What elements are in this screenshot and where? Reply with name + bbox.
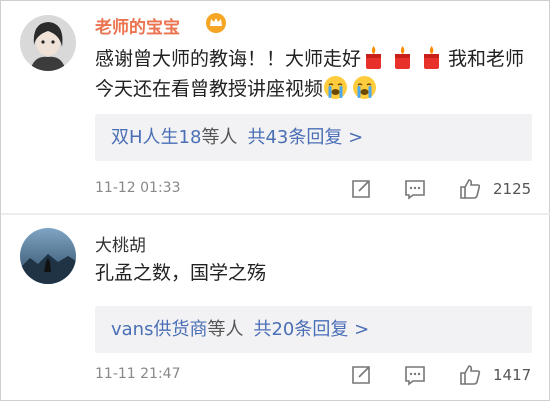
candle-icon — [366, 46, 382, 69]
reply-count-link[interactable]: 共20条回复 > — [253, 319, 369, 340]
reply-users[interactable]: 双H人生18 — [111, 127, 201, 148]
like-count: 1417 — [493, 366, 532, 384]
crying-emoji-icon — [324, 76, 348, 99]
comment-text: 感谢曾大师的教诲！！大师走好 我和老师今天还在看曾教授讲座视频 — [95, 44, 535, 104]
comment-footer: 11-12 01:33 2125 — [95, 177, 535, 201]
replies-summary[interactable]: 双H人生18等人 共43条回复 > — [95, 114, 532, 161]
reply-count-link[interactable]: 共43条回复 > — [247, 127, 363, 148]
reply-users-suffix: 等人 — [201, 127, 238, 148]
timestamp: 11-12 01:33 — [95, 180, 181, 196]
thumbs-up-icon[interactable] — [458, 177, 482, 201]
avatar[interactable] — [20, 15, 76, 71]
comment-text: 孔孟之数，国学之殇 — [95, 262, 267, 284]
username[interactable]: 老师的宝宝 — [95, 13, 180, 38]
like-count: 2125 — [493, 180, 532, 198]
candle-icon — [424, 46, 440, 69]
reply-users[interactable]: vans供货商 — [111, 319, 207, 340]
comment-item: 大桃胡 孔孟之数，国学之殇 vans供货商等人 共20条回复 > 11-11 21… — [1, 215, 550, 401]
share-icon[interactable] — [349, 363, 373, 387]
username[interactable]: 大桃胡 — [95, 231, 146, 256]
comment-icon[interactable] — [403, 363, 427, 387]
crown-icon — [206, 13, 226, 33]
share-icon[interactable] — [349, 177, 373, 201]
candle-icon — [395, 46, 411, 69]
replies-summary[interactable]: vans供货商等人 共20条回复 > — [95, 306, 532, 353]
avatar[interactable] — [20, 228, 76, 284]
thumbs-up-icon[interactable] — [458, 363, 482, 387]
crying-emoji-icon — [353, 76, 377, 99]
timestamp: 11-11 21:47 — [95, 366, 181, 382]
comment-icon[interactable] — [403, 177, 427, 201]
reply-users-suffix: 等人 — [207, 319, 244, 340]
comment-text-part: 感谢曾大师的教诲！！大师走好 — [95, 48, 362, 70]
comment-footer: 11-11 21:47 1417 — [95, 363, 535, 387]
comment-list: 老师的宝宝 感谢曾大师的教诲！！大师走好 我和老师今天还在看曾教授讲座视频 双H… — [0, 0, 550, 401]
comment-item: 老师的宝宝 感谢曾大师的教诲！！大师走好 我和老师今天还在看曾教授讲座视频 双H… — [1, 1, 550, 213]
